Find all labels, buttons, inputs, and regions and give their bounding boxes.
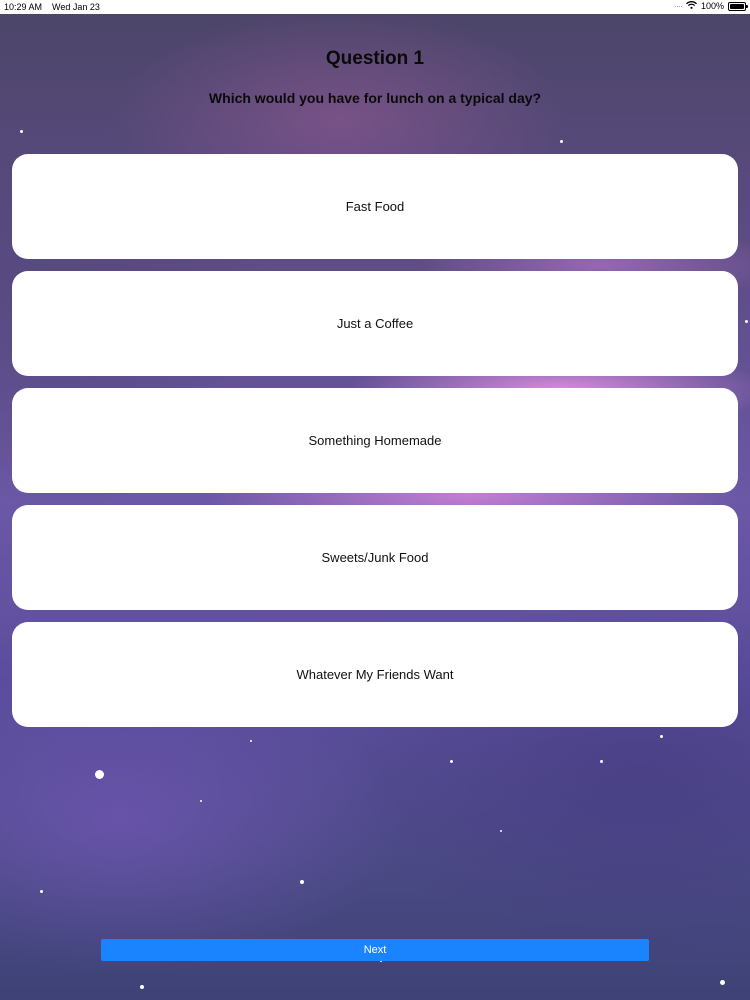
option-something-homemade[interactable]: Something Homemade xyxy=(12,388,738,493)
galaxy-background xyxy=(0,0,750,1000)
star xyxy=(40,890,43,893)
status-date: Wed Jan 23 xyxy=(52,2,100,12)
option-sweets-junk-food[interactable]: Sweets/Junk Food xyxy=(12,505,738,610)
battery-percent: 100% xyxy=(700,1,724,11)
option-label: Fast Food xyxy=(345,199,405,214)
status-indicators: ···· 100% xyxy=(673,1,748,11)
star xyxy=(250,740,252,742)
star xyxy=(600,760,603,763)
star xyxy=(20,130,23,133)
star xyxy=(200,800,202,802)
option-label: Just a Coffee xyxy=(336,316,414,331)
signal-icon: ···· xyxy=(673,1,683,11)
option-label: Sweets/Junk Food xyxy=(321,550,429,565)
option-label: Something Homemade xyxy=(308,433,442,448)
star xyxy=(560,140,563,143)
status-bar: 10:29 AM Wed Jan 23 ···· 100% xyxy=(0,0,750,14)
star xyxy=(140,985,144,989)
star xyxy=(745,320,748,323)
battery-icon xyxy=(728,1,748,11)
question-text: Which would you have for lunch on a typi… xyxy=(208,90,542,106)
star xyxy=(450,760,453,763)
star xyxy=(660,735,663,738)
next-button[interactable]: Next xyxy=(101,939,649,961)
option-fast-food[interactable]: Fast Food xyxy=(12,154,738,259)
star xyxy=(95,770,104,779)
star xyxy=(500,830,502,832)
star xyxy=(300,880,304,884)
option-whatever-my-friends-want[interactable]: Whatever My Friends Want xyxy=(12,622,738,727)
status-time: 10:29 AM xyxy=(4,2,43,12)
star xyxy=(720,980,725,985)
option-label: Whatever My Friends Want xyxy=(296,667,454,682)
wifi-icon xyxy=(686,1,697,11)
question-title: Question 1 xyxy=(325,48,425,69)
option-just-a-coffee[interactable]: Just a Coffee xyxy=(12,271,738,376)
next-button-label: Next xyxy=(363,944,387,956)
